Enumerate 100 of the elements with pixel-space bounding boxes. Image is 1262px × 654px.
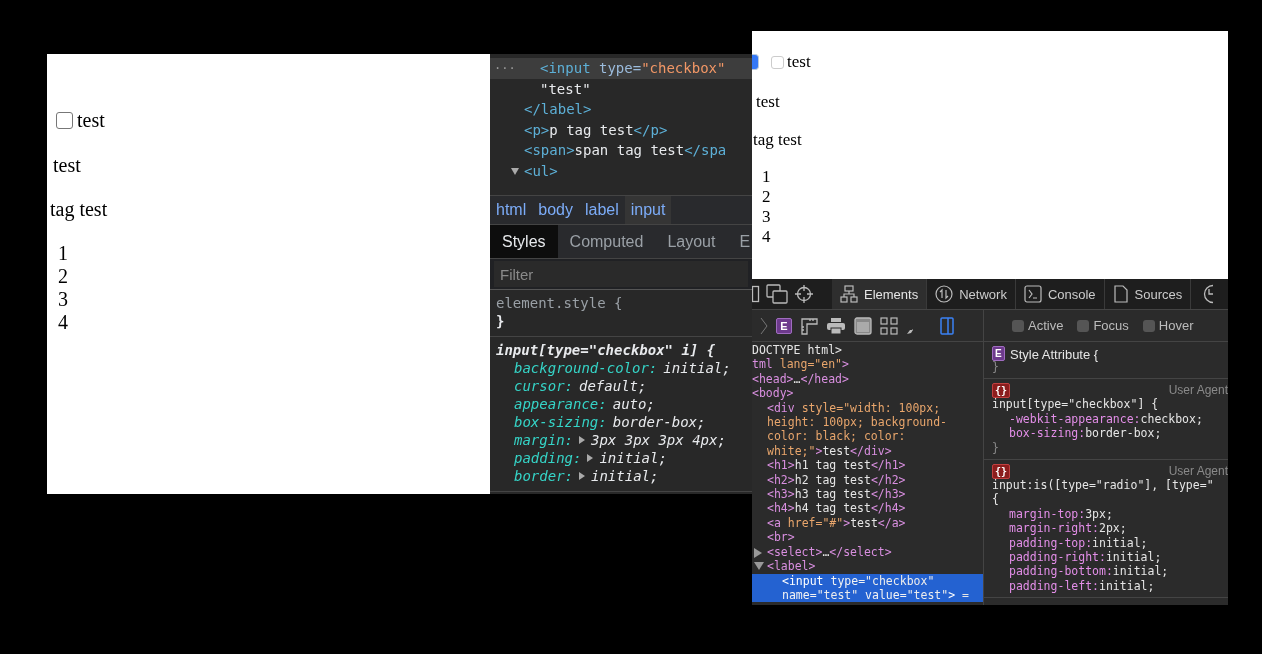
checkbox-label: Hover — [1158, 318, 1194, 333]
css-property: padding-top: — [1009, 535, 1093, 550]
dock-icon[interactable] — [752, 285, 760, 303]
css-property: -webkit-appearance: — [1009, 411, 1141, 426]
disclosure-triangle-icon[interactable] — [511, 167, 519, 175]
list-item: 2 — [762, 187, 771, 207]
ruler-icon[interactable] — [800, 316, 818, 335]
css-value: checkbox; — [1140, 411, 1203, 426]
css-value: 3px; — [1085, 506, 1113, 521]
paragraph-text: tag test — [753, 130, 802, 149]
checkbox-label: Active — [1028, 318, 1064, 333]
breadcrumb[interactable]: input — [624, 196, 672, 224]
css-value: 2px; — [1099, 521, 1127, 536]
breadcrumb[interactable]: label — [578, 196, 625, 224]
dom-node-row[interactable]: <input type="checkbox" name="test" value="test"> = — [752, 573, 983, 603]
dom-node-row[interactable]: <p>p tag test</p> — [490, 119, 752, 140]
console-icon — [1023, 285, 1042, 303]
dom-node-row[interactable]: <body> — [752, 386, 983, 401]
css-value: border-box; — [612, 413, 706, 431]
css-property: border: — [514, 467, 573, 485]
breadcrumb[interactable]: html — [490, 196, 533, 224]
css-property: box-sizing: — [1009, 426, 1086, 441]
dom-node-row[interactable]: <h2>h2 tag test</h2> — [752, 472, 983, 488]
css-selector: input[type="checkbox" i] { — [496, 341, 716, 359]
panel-tab[interactable]: Styles — [490, 225, 558, 258]
elements-icon — [840, 285, 858, 303]
checkbox[interactable] — [771, 55, 784, 69]
rule-origin: User Agent — [1168, 383, 1228, 398]
dom-node-row[interactable]: <head>…</head> — [752, 371, 983, 387]
panel-tab[interactable]: Elements — [832, 279, 928, 309]
list-item: 4 — [762, 227, 771, 247]
dom-node-row[interactable]: DOCTYPE html> — [752, 343, 983, 358]
device-icon[interactable] — [766, 284, 788, 304]
dom-node-row[interactable]: "test" — [490, 78, 752, 99]
disclosure-triangle-icon[interactable] — [754, 547, 762, 558]
list-item: 4 — [58, 311, 68, 334]
link-text[interactable]: test — [53, 154, 81, 176]
sidebar-icon[interactable] — [940, 316, 954, 335]
css-property: background-color: — [514, 359, 658, 377]
list-item: 1 — [58, 242, 68, 265]
list-item: 2 — [58, 265, 68, 288]
crosshair-icon[interactable] — [794, 284, 814, 304]
chevron-icon — [760, 316, 768, 335]
dom-node-row[interactable]: tml lang="en"> — [752, 357, 983, 372]
dom-node-row[interactable]: <ul> — [490, 160, 752, 181]
css-selector: Style Attribute { — [1010, 348, 1099, 363]
checkbox[interactable] — [1012, 319, 1024, 332]
expand-triangle-icon[interactable] — [579, 436, 585, 444]
grid-icon[interactable] — [880, 316, 898, 335]
css-value: initial; — [663, 359, 731, 377]
dom-node-row[interactable]: <br> — [752, 530, 983, 545]
dom-node-row[interactable]: <div style="width: 100px; height: 100px; background-color: black; color: white;">test</div> — [752, 400, 983, 459]
css-value: initial; — [591, 467, 659, 485]
checkbox[interactable] — [1077, 319, 1090, 332]
expand-triangle-icon[interactable] — [579, 472, 585, 480]
element-badge[interactable]: E — [776, 317, 792, 334]
panel-tab[interactable]: E — [727, 225, 752, 258]
dom-node-row[interactable]: <span>span tag test</spa — [490, 140, 752, 161]
css-selector: input[type="checkbox"] { — [992, 397, 1159, 412]
checkbox[interactable] — [1142, 319, 1155, 332]
panel-tab[interactable]: Sources — [1104, 279, 1192, 309]
breadcrumb[interactable]: body — [532, 196, 579, 224]
dom-node-row[interactable]: <select>…</select> — [752, 544, 983, 560]
list-item: 1 — [762, 167, 771, 187]
panel-tab[interactable]: Console — [1015, 279, 1105, 309]
dom-node-row[interactable]: <h4>h4 tag test</h4> — [752, 501, 983, 516]
print-icon[interactable] — [826, 316, 846, 335]
css-property: margin-right: — [1009, 521, 1099, 536]
network-icon — [935, 285, 954, 303]
css-value: auto; — [612, 395, 655, 413]
dom-node-row[interactable]: ... <input type="checkbox" — [490, 58, 752, 79]
css-property: margin-top: — [1009, 506, 1086, 521]
dom-node-row[interactable]: <h3>h3 tag test</h3> — [752, 487, 983, 502]
css-value: initial; — [599, 449, 667, 467]
dom-node-row[interactable]: <a href="#">test</a> — [752, 515, 983, 531]
document-icon — [1112, 285, 1129, 303]
rule-origin: User Agent — [1168, 464, 1228, 479]
css-selector: input:is([type="radio"], [type=" — [992, 478, 1214, 493]
css-property: padding-bottom: — [1009, 564, 1113, 579]
checkbox[interactable] — [56, 112, 73, 129]
panel-tab[interactable]: Network — [927, 279, 1016, 309]
css-property: box-sizing: — [514, 413, 607, 431]
window-icon[interactable] — [854, 316, 872, 335]
css-value: 3px 3px 3px 4px; — [591, 431, 726, 449]
css-property: padding-left: — [1009, 578, 1099, 593]
panel-tab[interactable]: Computed — [557, 225, 656, 258]
css-property: appearance: — [514, 395, 607, 413]
filter-field[interactable]: Filter — [494, 261, 748, 287]
dom-node-row[interactable]: <h1>h1 tag test</h1> — [752, 458, 983, 473]
link-text[interactable]: test — [756, 92, 780, 111]
css-value: initial; — [1112, 564, 1169, 579]
css-property: padding: — [514, 449, 582, 467]
dom-node-row[interactable]: </label> — [490, 99, 752, 120]
css-value: border-box; — [1085, 426, 1162, 441]
css-value: initial; — [1092, 535, 1148, 550]
panel-tab[interactable]: Layout — [655, 225, 728, 258]
css-value: initial; — [1099, 578, 1155, 593]
expand-triangle-icon[interactable] — [587, 454, 594, 462]
css-property: margin: — [514, 431, 573, 449]
closing-brace: } — [992, 440, 999, 456]
